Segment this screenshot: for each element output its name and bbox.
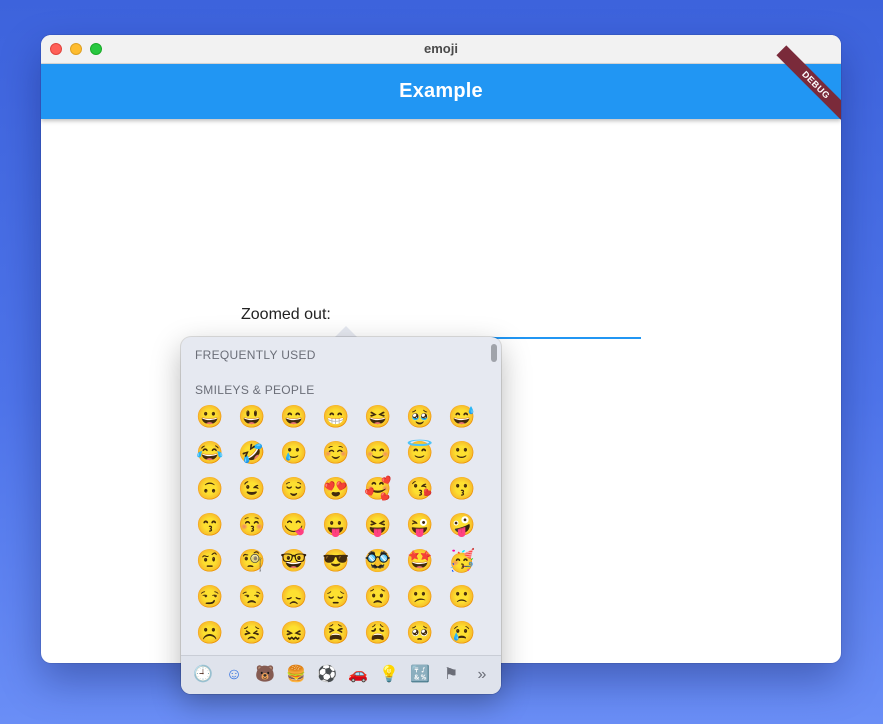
zoom-label: Zoomed out: — [241, 306, 331, 323]
emoji-cell[interactable]: 😊 — [357, 435, 399, 471]
emoji-cell[interactable]: 😏 — [189, 579, 231, 615]
travel-icon[interactable]: 🚗 — [346, 663, 370, 687]
food-icon[interactable]: 🍔 — [284, 663, 308, 687]
emoji-cell[interactable]: 😙 — [189, 507, 231, 543]
emoji-cell[interactable]: 😀 — [189, 399, 231, 435]
scrollbar-thumb[interactable] — [491, 344, 497, 362]
more-icon[interactable]: » — [470, 663, 494, 687]
emoji-cell[interactable]: 😖 — [273, 615, 315, 651]
emoji-cell[interactable]: 😚 — [231, 507, 273, 543]
smileys-icon[interactable]: ☺ — [222, 663, 246, 687]
emoji-picker: FREQUENTLY USED SMILEYS & PEOPLE 😀 😃 😄 😁 😆 🥹 😅… — [181, 337, 501, 694]
emoji-cell[interactable]: 😍 — [315, 471, 357, 507]
emoji-cell[interactable]: 🧐 — [231, 543, 273, 579]
emoji-cell[interactable]: 😗 — [441, 471, 483, 507]
app-bar: Example DEBUG — [41, 45, 841, 125]
emoji-cell[interactable]: 😉 — [231, 471, 273, 507]
smileys-label: SMILEYS & PEOPLE — [195, 383, 315, 397]
emoji-cell[interactable]: 😞 — [273, 579, 315, 615]
emoji-cell[interactable]: 😘 — [399, 471, 441, 507]
emoji-cell[interactable]: 😔 — [315, 579, 357, 615]
animals-icon[interactable]: 🐻 — [253, 663, 277, 687]
emoji-cell[interactable]: 😩 — [357, 615, 399, 651]
emoji-grid: 😀 😃 😄 😁 😆 🥹 😅 😂 🤣 🥲 ☺️ 😊 😇 🙂 🙃 😉 😌 😍 🥰 😘 😗 😙 😚 😋 😛 😝 😜 🤪 🤨 🧐 🤓 😎 🥸 🤩 🥳 😏 😒 😞 😔… — [189, 399, 489, 651]
emoji-cell[interactable]: 😄 — [273, 399, 315, 435]
text-field-underline[interactable] — [491, 337, 641, 339]
emoji-cell[interactable]: 😟 — [357, 579, 399, 615]
emoji-cell[interactable]: 🤪 — [441, 507, 483, 543]
emoji-cell[interactable]: 😂 — [189, 435, 231, 471]
emoji-cell[interactable]: 🙁 — [441, 579, 483, 615]
objects-icon[interactable]: 💡 — [377, 663, 401, 687]
emoji-cell[interactable]: 😅 — [441, 399, 483, 435]
emoji-cell[interactable]: 😇 — [399, 435, 441, 471]
emoji-cell[interactable]: 🤨 — [189, 543, 231, 579]
emoji-cell[interactable]: 🙂 — [441, 435, 483, 471]
emoji-cell[interactable]: 🥰 — [357, 471, 399, 507]
emoji-cell[interactable]: 😌 — [273, 471, 315, 507]
emoji-cell[interactable]: 😝 — [357, 507, 399, 543]
emoji-cell[interactable]: 🤣 — [231, 435, 273, 471]
emoji-cell[interactable]: 🥸 — [357, 543, 399, 579]
emoji-cell[interactable]: 🥹 — [399, 399, 441, 435]
window-title: emoji — [424, 41, 458, 56]
app-bar-title: Example — [399, 80, 483, 102]
emoji-cell[interactable]: 🥲 — [273, 435, 315, 471]
emoji-cell[interactable]: 🥺 — [399, 615, 441, 651]
emoji-cell[interactable]: 😛 — [315, 507, 357, 543]
emoji-cell[interactable]: 🙃 — [189, 471, 231, 507]
emoji-cell[interactable]: 😕 — [399, 579, 441, 615]
emoji-cell[interactable]: 🤩 — [399, 543, 441, 579]
emoji-cell[interactable]: 🥳 — [441, 543, 483, 579]
emoji-cell[interactable]: 😫 — [315, 615, 357, 651]
emoji-cell[interactable]: ☺️ — [315, 435, 357, 471]
emoji-cell[interactable]: 😃 — [231, 399, 273, 435]
flags-icon[interactable]: ⚑ — [439, 663, 463, 687]
symbols-icon[interactable]: 🔣 — [408, 663, 432, 687]
emoji-cell[interactable]: 😢 — [441, 615, 483, 651]
emoji-cell[interactable]: 😆 — [357, 399, 399, 435]
emoji-cell[interactable]: 😒 — [231, 579, 273, 615]
emoji-cell[interactable]: 😣 — [231, 615, 273, 651]
title-bar: emoji — [41, 35, 841, 64]
emoji-cell[interactable]: 😁 — [315, 399, 357, 435]
recent-icon[interactable]: 🕘 — [191, 663, 215, 687]
emoji-cell[interactable]: 🤓 — [273, 543, 315, 579]
picker-pointer — [335, 326, 357, 337]
category-bar: 🕘 ☺ 🐻 🍔 ⚽ 🚗 💡 🔣 ⚑ » — [181, 655, 501, 694]
emoji-cell[interactable]: 😋 — [273, 507, 315, 543]
activity-icon[interactable]: ⚽ — [315, 663, 339, 687]
emoji-cell[interactable]: 😜 — [399, 507, 441, 543]
frequently-used-label: FREQUENTLY USED — [195, 348, 316, 362]
emoji-cell[interactable]: 😎 — [315, 543, 357, 579]
emoji-cell[interactable]: ☹️ — [189, 615, 231, 651]
